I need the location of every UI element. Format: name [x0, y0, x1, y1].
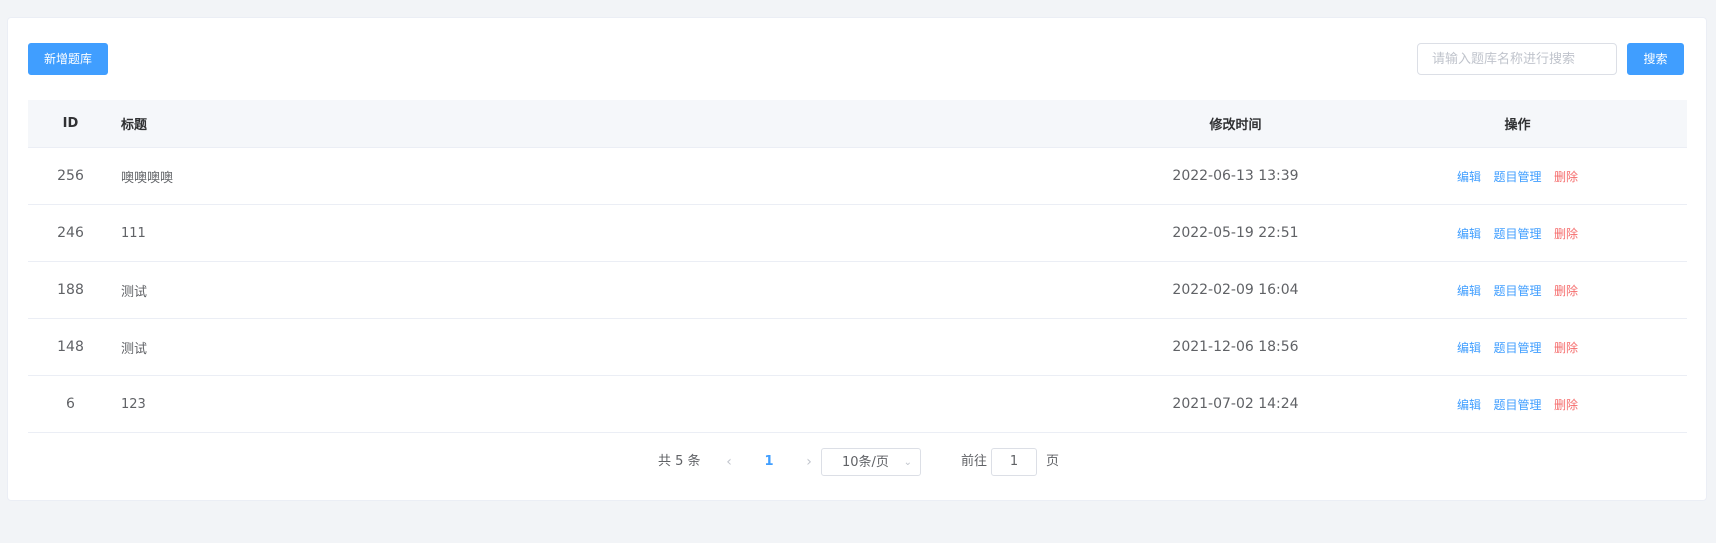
page-size-select[interactable]: 10条/页 ⌄ [821, 448, 921, 476]
cell-id: 6 [66, 396, 75, 412]
add-bank-button[interactable]: 新增题库 [28, 43, 108, 75]
table-header: ID 标题 修改时间 操作 [28, 100, 1687, 148]
header-modified-time: 修改时间 [1209, 118, 1262, 133]
delete-link[interactable]: 删除 [1554, 227, 1578, 241]
manage-questions-link[interactable]: 题目管理 [1493, 341, 1541, 355]
cell-actions: 编辑 题目管理 删除 [1348, 282, 1687, 299]
cell-id: 148 [57, 339, 84, 355]
edit-link[interactable]: 编辑 [1457, 341, 1481, 355]
edit-link[interactable]: 编辑 [1457, 170, 1481, 184]
chevron-right-icon[interactable]: › [802, 448, 816, 476]
page-size-value: 10条/页 [842, 455, 889, 470]
table-row: 6 123 2021-07-02 14:24 编辑 题目管理 删除 [28, 376, 1687, 433]
cell-time: 2022-02-09 16:04 [1172, 282, 1299, 298]
cell-title: 111 [121, 225, 146, 241]
table-row: 148 测试 2021-12-06 18:56 编辑 题目管理 删除 [28, 319, 1687, 376]
cell-title: 噢噢噢噢 [121, 170, 174, 186]
cell-time: 2021-12-06 18:56 [1172, 339, 1299, 355]
content-card: 新增题库 搜索 ID 标题 修改时间 操作 256 噢噢噢噢 2022-06-1… [7, 17, 1707, 501]
cell-actions: 编辑 题目管理 删除 [1348, 396, 1687, 413]
search-button[interactable]: 搜索 [1627, 43, 1684, 75]
chevron-left-icon[interactable]: ‹ [722, 448, 736, 476]
goto-page-input[interactable] [991, 448, 1037, 476]
delete-link[interactable]: 删除 [1554, 284, 1578, 298]
edit-link[interactable]: 编辑 [1457, 398, 1481, 412]
cell-time: 2022-06-13 13:39 [1172, 168, 1299, 184]
cell-actions: 编辑 题目管理 删除 [1348, 225, 1687, 242]
cell-title: 测试 [121, 341, 148, 357]
table-row: 188 测试 2022-02-09 16:04 编辑 题目管理 删除 [28, 262, 1687, 319]
toolbar: 新增题库 搜索 [28, 43, 1688, 78]
header-id: ID [62, 116, 79, 131]
cell-id: 256 [57, 168, 84, 184]
table-row: 246 111 2022-05-19 22:51 编辑 题目管理 删除 [28, 205, 1687, 262]
manage-questions-link[interactable]: 题目管理 [1493, 398, 1541, 412]
header-title: 标题 [121, 118, 148, 133]
cell-actions: 编辑 题目管理 删除 [1348, 168, 1687, 185]
delete-link[interactable]: 删除 [1554, 398, 1578, 412]
manage-questions-link[interactable]: 题目管理 [1493, 170, 1541, 184]
pagination-total: 共 5 条 [658, 454, 701, 469]
cell-time: 2022-05-19 22:51 [1172, 225, 1299, 241]
table-row: 256 噢噢噢噢 2022-06-13 13:39 编辑 题目管理 删除 [28, 148, 1687, 205]
cell-title: 123 [121, 396, 146, 412]
cell-actions: 编辑 题目管理 删除 [1348, 339, 1687, 356]
goto-label: 前往 [961, 454, 988, 469]
page-number-current[interactable]: 1 [757, 448, 781, 476]
cell-time: 2021-07-02 14:24 [1172, 396, 1299, 412]
manage-questions-link[interactable]: 题目管理 [1493, 284, 1541, 298]
question-bank-table: ID 标题 修改时间 操作 256 噢噢噢噢 2022-06-13 13:39 … [28, 100, 1687, 433]
cell-title: 测试 [121, 284, 148, 300]
page-unit-label: 页 [1046, 454, 1060, 469]
search-input[interactable] [1417, 43, 1617, 75]
cell-id: 246 [57, 225, 84, 241]
pagination: 共 5 条 ‹ 1 › 10条/页 ⌄ 前往 页 [8, 448, 1708, 476]
delete-link[interactable]: 删除 [1554, 341, 1578, 355]
delete-link[interactable]: 删除 [1554, 170, 1578, 184]
edit-link[interactable]: 编辑 [1457, 284, 1481, 298]
cell-id: 188 [57, 282, 84, 298]
chevron-down-icon: ⌄ [903, 457, 912, 468]
manage-questions-link[interactable]: 题目管理 [1493, 227, 1541, 241]
header-actions: 操作 [1504, 118, 1531, 133]
edit-link[interactable]: 编辑 [1457, 227, 1481, 241]
